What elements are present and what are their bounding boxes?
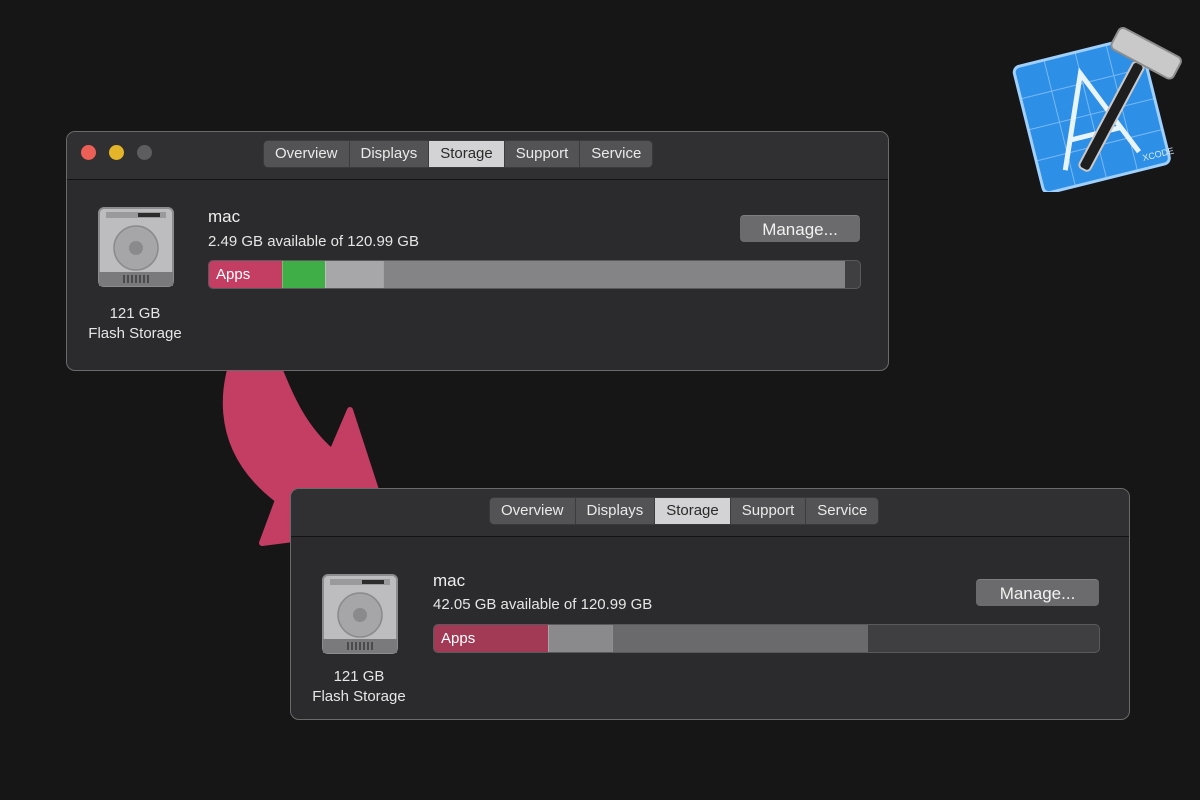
manage-button[interactable]: Manage...: [740, 215, 860, 242]
storage-segment: [324, 261, 385, 288]
tab-displays[interactable]: Displays: [349, 141, 430, 167]
tab-bar: Overview Displays Storage Support Servic…: [263, 140, 654, 168]
tab-service[interactable]: Service: [806, 498, 879, 524]
xcode-app-icon: XCODE: [1012, 27, 1182, 192]
tab-overview[interactable]: Overview: [264, 141, 350, 167]
close-window-button[interactable]: [81, 145, 96, 160]
tab-service[interactable]: Service: [580, 141, 653, 167]
storage-window-after: Overview Displays Storage Support Servic…: [290, 488, 1130, 720]
available-space-text: 42.05 GB available of 120.99 GB: [433, 596, 653, 613]
minimize-window-button[interactable]: [109, 145, 124, 160]
volume-name: mac: [208, 207, 241, 226]
tab-storage[interactable]: Storage: [655, 498, 731, 524]
manage-button[interactable]: Manage...: [976, 579, 1099, 606]
storage-segment: [383, 261, 846, 288]
tab-storage[interactable]: Storage: [429, 141, 505, 167]
storage-segment: [281, 261, 326, 288]
disk-type: Flash Storage: [312, 688, 406, 705]
tab-displays[interactable]: Displays: [575, 498, 656, 524]
disk-caption: 121 GB Flash Storage: [81, 304, 189, 344]
disk-size: 121 GB: [333, 668, 385, 685]
hard-disk-icon: [98, 207, 174, 287]
zoom-window-button[interactable]: [137, 145, 152, 160]
storage-segment: [612, 625, 868, 652]
disk-caption: 121 GB Flash Storage: [305, 667, 413, 707]
tab-bar: Overview Displays Storage Support Servic…: [489, 497, 880, 525]
tab-support[interactable]: Support: [504, 141, 581, 167]
title-bar: Overview Displays Storage Support Servic…: [291, 489, 1129, 537]
apps-segment-label: Apps: [441, 630, 476, 647]
available-space-text: 2.49 GB available of 120.99 GB: [208, 233, 419, 250]
storage-segment: [548, 625, 614, 652]
hard-disk-icon: [322, 574, 398, 654]
tab-overview[interactable]: Overview: [490, 498, 576, 524]
volume-name: mac: [433, 571, 466, 590]
tab-support[interactable]: Support: [730, 498, 807, 524]
storage-window-before: Overview Displays Storage Support Servic…: [66, 131, 889, 371]
title-bar: Overview Displays Storage Support Servic…: [67, 132, 888, 180]
storage-usage-bar: Apps: [433, 624, 1100, 653]
disk-type: Flash Storage: [88, 325, 182, 342]
storage-usage-bar: Apps: [208, 260, 861, 289]
disk-size: 121 GB: [109, 305, 161, 322]
apps-segment-label: Apps: [216, 266, 251, 283]
